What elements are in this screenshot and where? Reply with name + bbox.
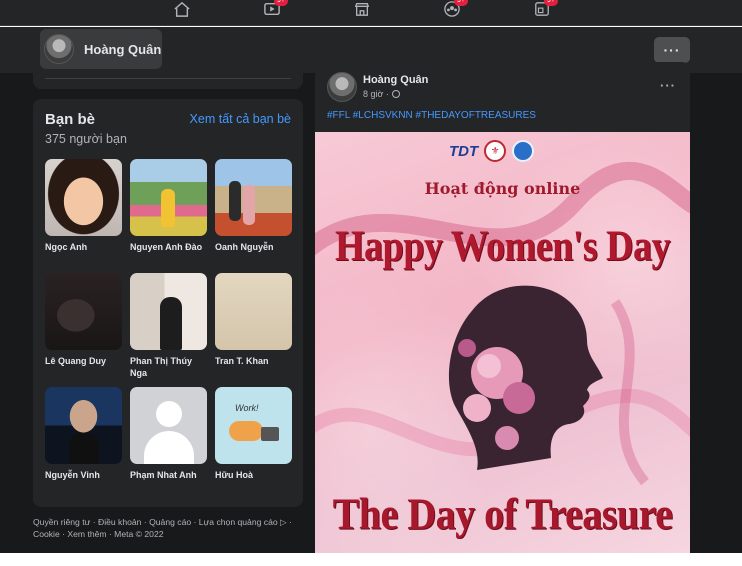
friend-name[interactable]: Phạm Nhat Anh — [130, 469, 207, 481]
globe-icon — [391, 90, 400, 98]
woman-silhouette-illustration — [448, 285, 603, 470]
friend-item[interactable]: Tran T. Khan — [215, 273, 292, 367]
friend-name[interactable]: Lê Quang Duy — [45, 355, 122, 367]
friends-title: Bạn bè — [45, 111, 96, 128]
friend-photo[interactable] — [215, 273, 292, 350]
friend-photo-placeholder[interactable] — [130, 387, 207, 464]
friend-photo[interactable] — [130, 159, 207, 236]
avatar — [44, 34, 74, 64]
post-card: Hoàng Quân 8 giờ · ··· #FFL #LCHSVKNN #T… — [315, 62, 690, 553]
friend-item[interactable]: Phan Thị Thúy Nga — [130, 273, 207, 379]
friend-name[interactable]: Nguyễn Vinh — [45, 469, 122, 481]
friend-item[interactable]: Phạm Nhat Anh — [130, 387, 207, 481]
friend-photo[interactable] — [45, 273, 122, 350]
friend-name[interactable]: Phan Thị Thúy Nga — [130, 355, 207, 379]
friend-photo[interactable] — [215, 159, 292, 236]
friend-name[interactable]: Oanh Nguyễn — [215, 241, 292, 253]
watch-badge: 9+ — [274, 0, 288, 6]
default-avatar-head — [156, 401, 182, 427]
friend-item[interactable]: Ngọc Anh — [45, 159, 122, 253]
groups-icon[interactable]: 9+ — [441, 0, 468, 18]
friend-photo[interactable] — [45, 159, 122, 236]
post-author-name[interactable]: Hoàng Quân — [363, 74, 428, 86]
friend-item[interactable]: Oanh Nguyễn — [215, 159, 292, 253]
corgi-illustration — [229, 421, 263, 441]
post-hashtags[interactable]: #FFL #LCHSVKNN #THEDAYOFTREASURES — [327, 110, 536, 121]
page-bottom-edge — [0, 553, 742, 566]
poster-logos: TDT ⚜ — [449, 140, 535, 162]
intro-card-bottom — [33, 73, 303, 89]
friend-name[interactable]: Nguyen Anh Đào — [130, 241, 207, 253]
marketplace-icon[interactable] — [351, 0, 373, 18]
friends-count: 375 người bạn — [45, 132, 127, 146]
see-all-friends-link[interactable]: Xem tất cả bạn bè — [190, 112, 291, 126]
post-time[interactable]: 8 giờ · — [363, 89, 389, 99]
friend-photo[interactable] — [45, 387, 122, 464]
friend-photo[interactable] — [130, 273, 207, 350]
poster-subtitle: Hoạt động online — [424, 179, 581, 198]
profile-chip[interactable]: Hoàng Quân — [40, 29, 162, 69]
poster-tagline: The Day of Treasure — [332, 488, 673, 539]
union-logo — [512, 140, 535, 162]
home-icon[interactable] — [171, 0, 193, 18]
post-author-avatar[interactable] — [327, 72, 357, 102]
top-navigation: 9+ 9+ 9+ — [0, 0, 742, 26]
friend-name[interactable]: Hữu Hoà — [215, 469, 292, 481]
laptop-illustration — [261, 427, 279, 441]
footer-links[interactable]: Quyền riêng tư · Điều khoản · Quảng cáo … — [33, 516, 303, 540]
profile-more-button[interactable]: ··· — [654, 37, 690, 63]
gaming-icon[interactable]: 9+ — [531, 0, 558, 18]
watch-icon[interactable]: 9+ — [261, 0, 288, 18]
post-meta: 8 giờ · — [363, 89, 400, 99]
default-avatar-body — [144, 431, 194, 464]
post-more-button[interactable]: ··· — [660, 78, 676, 93]
groups-badge: 9+ — [454, 0, 468, 6]
profile-name: Hoàng Quân — [84, 41, 162, 57]
poster-headline: Happy Women's Day — [335, 221, 670, 271]
school-logo: ⚜ — [484, 140, 507, 162]
friend-photo[interactable]: Work! — [215, 387, 292, 464]
work-sticker: Work! — [235, 403, 259, 413]
friend-item[interactable]: Lê Quang Duy — [45, 273, 122, 367]
tdt-logo: TDT — [449, 142, 479, 160]
friend-item[interactable]: Nguyen Anh Đào — [130, 159, 207, 253]
divider — [45, 78, 291, 79]
post-image[interactable]: TDT ⚜ Hoạt động online Happy Women's Day… — [315, 132, 690, 553]
friends-card: Bạn bè 375 người bạn Xem tất cả bạn bè N… — [33, 99, 303, 507]
friend-name[interactable]: Ngọc Anh — [45, 241, 122, 253]
friend-item[interactable]: Nguyễn Vinh — [45, 387, 122, 481]
friend-name[interactable]: Tran T. Khan — [215, 355, 292, 367]
gaming-badge: 9+ — [544, 0, 558, 6]
friend-item[interactable]: Work! Hữu Hoà — [215, 387, 292, 481]
